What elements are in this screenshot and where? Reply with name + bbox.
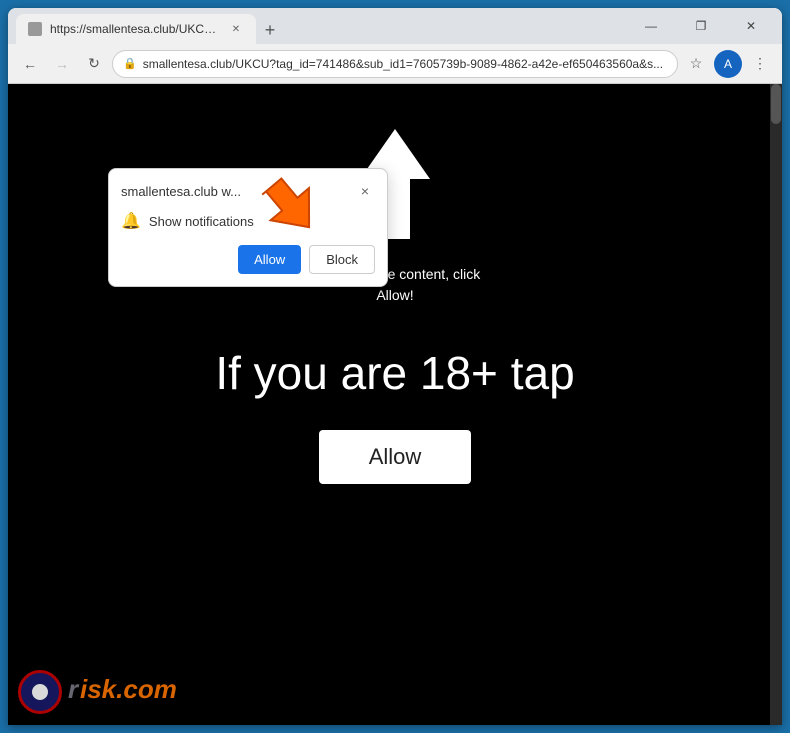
scrollbar[interactable]	[770, 84, 782, 725]
watermark-ball-inner	[32, 684, 48, 700]
tab-label: https://smallentesa.club/UKCU?t...	[50, 22, 220, 36]
refresh-button[interactable]: ↻	[80, 50, 108, 78]
popup-notification-text: Show notifications	[149, 214, 254, 229]
active-tab[interactable]: https://smallentesa.club/UKCU?t... ✕	[16, 14, 256, 44]
navigation-bar: ← → ↻ 🔒 smallentesa.club/UKCU?tag_id=741…	[8, 44, 782, 84]
lock-icon: 🔒	[123, 57, 137, 70]
browser-window: https://smallentesa.club/UKCU?t... ✕ + —…	[8, 8, 782, 725]
popup-close-button[interactable]: ×	[355, 181, 375, 201]
page-content: To access the content, click Allow! If y…	[8, 84, 782, 725]
popup-buttons: Allow Block	[121, 245, 375, 274]
tab-area: https://smallentesa.club/UKCU?t... ✕ +	[16, 8, 624, 44]
bookmark-button[interactable]: ☆	[682, 50, 710, 78]
tab-close-button[interactable]: ✕	[228, 21, 244, 37]
notification-popup: smallentesa.club w... × 🔔 Show notificat…	[108, 168, 388, 287]
maximize-button[interactable]: ❐	[678, 8, 724, 44]
scrollbar-thumb[interactable]	[771, 84, 781, 124]
svg-text:r: r	[68, 674, 80, 704]
allow-button-large[interactable]: Allow	[319, 430, 472, 484]
watermark: r isk.com	[18, 668, 208, 715]
profile-button[interactable]: A	[714, 50, 742, 78]
url-text: smallentesa.club/UKCU?tag_id=741486&sub_…	[143, 57, 667, 71]
title-bar: https://smallentesa.club/UKCU?t... ✕ + —…	[8, 8, 782, 44]
back-button[interactable]: ←	[16, 50, 44, 78]
menu-button[interactable]: ⋮	[746, 50, 774, 78]
new-tab-button[interactable]: +	[256, 16, 284, 44]
close-button[interactable]: ✕	[728, 8, 774, 44]
window-controls: — ❐ ✕	[628, 8, 774, 44]
tab-favicon	[28, 22, 42, 36]
popup-allow-button[interactable]: Allow	[238, 245, 301, 274]
popup-notification-row: 🔔 Show notifications	[121, 211, 375, 231]
svg-text:isk.com: isk.com	[80, 674, 177, 704]
address-bar[interactable]: 🔒 smallentesa.club/UKCU?tag_id=741486&su…	[112, 50, 678, 78]
minimize-button[interactable]: —	[628, 8, 674, 44]
bell-icon: 🔔	[121, 211, 141, 231]
popup-site-name: smallentesa.club w...	[121, 184, 355, 199]
watermark-logo	[18, 670, 62, 714]
popup-block-button[interactable]: Block	[309, 245, 375, 274]
watermark-text: r isk.com	[68, 668, 208, 715]
page-large-text: If you are 18+ tap	[215, 346, 574, 400]
popup-header: smallentesa.club w... ×	[121, 181, 375, 201]
forward-button[interactable]: →	[48, 50, 76, 78]
